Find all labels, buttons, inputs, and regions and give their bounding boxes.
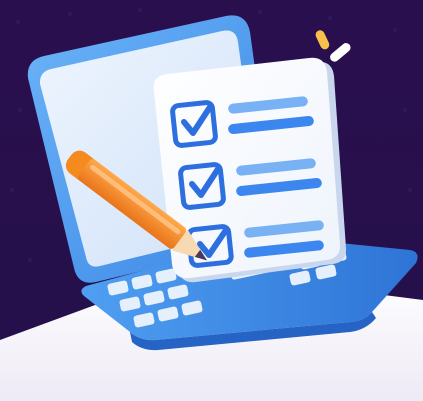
laptop-checklist-illustration	[0, 0, 423, 401]
illustration-canvas	[0, 0, 423, 401]
